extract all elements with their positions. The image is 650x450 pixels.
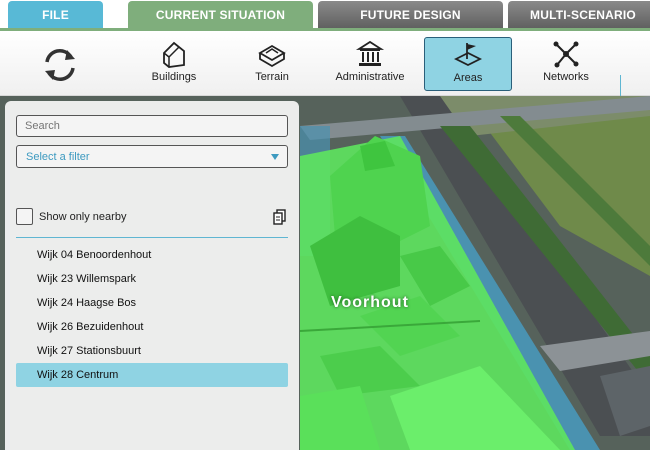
list-item[interactable]: Wijk 27 Stationsbuurt bbox=[16, 339, 288, 363]
areas-label: Areas bbox=[453, 72, 483, 84]
tab-multi-scenario[interactable]: MULTI-SCENARIO bbox=[508, 1, 650, 29]
administrative-tool-button[interactable]: Administrative bbox=[326, 37, 414, 91]
chevron-down-icon bbox=[271, 154, 279, 160]
terrain-icon bbox=[258, 44, 286, 68]
areas-panel: Select a filter Show only nearby Wijk 04… bbox=[5, 101, 299, 450]
area-list: Wijk 04 Benoordenhout Wijk 23 Willemspar… bbox=[16, 243, 288, 387]
terrain-tool-button[interactable]: Terrain bbox=[228, 37, 316, 91]
list-item[interactable]: Wijk 23 Willemspark bbox=[16, 267, 288, 291]
list-item-selected[interactable]: Wijk 28 Centrum bbox=[16, 363, 288, 387]
toolbar: Buildings Terrain Administrative Areas N… bbox=[0, 31, 650, 107]
panel-divider bbox=[16, 237, 288, 238]
areas-tool-button[interactable]: Areas bbox=[424, 37, 512, 91]
buildings-label: Buildings bbox=[151, 71, 197, 83]
search-input[interactable] bbox=[16, 115, 288, 137]
tab-future-design[interactable]: FUTURE DESIGN bbox=[318, 1, 503, 29]
list-item[interactable]: Wijk 24 Haagse Bos bbox=[16, 291, 288, 315]
administrative-icon bbox=[355, 40, 385, 66]
tab-file[interactable]: FILE bbox=[8, 1, 103, 29]
show-nearby-checkbox[interactable] bbox=[16, 208, 33, 225]
list-item[interactable]: Wijk 04 Benoordenhout bbox=[16, 243, 288, 267]
networks-label: Networks bbox=[543, 71, 589, 83]
refresh-button[interactable] bbox=[38, 45, 82, 85]
terrain-label: Terrain bbox=[255, 71, 289, 83]
tab-current-situation[interactable]: CURRENT SITUATION bbox=[128, 1, 313, 29]
list-item[interactable]: Wijk 26 Bezuidenhout bbox=[16, 315, 288, 339]
show-nearby-label: Show only nearby bbox=[39, 211, 127, 223]
filter-select-label: Select a filter bbox=[26, 151, 90, 163]
buildings-icon bbox=[163, 41, 185, 68]
areas-flag-icon bbox=[453, 43, 483, 67]
filter-select[interactable]: Select a filter bbox=[16, 145, 288, 168]
refresh-icon bbox=[45, 49, 75, 81]
buildings-tool-button[interactable]: Buildings bbox=[130, 37, 218, 91]
copy-icon[interactable] bbox=[273, 209, 287, 225]
area-label-voorhout: Voorhout bbox=[331, 294, 409, 311]
networks-tool-button[interactable]: Networks bbox=[522, 37, 610, 91]
networks-icon bbox=[553, 41, 579, 68]
administrative-label: Administrative bbox=[335, 71, 405, 83]
tab-bar: FILE CURRENT SITUATION FUTURE DESIGN MUL… bbox=[0, 0, 650, 31]
